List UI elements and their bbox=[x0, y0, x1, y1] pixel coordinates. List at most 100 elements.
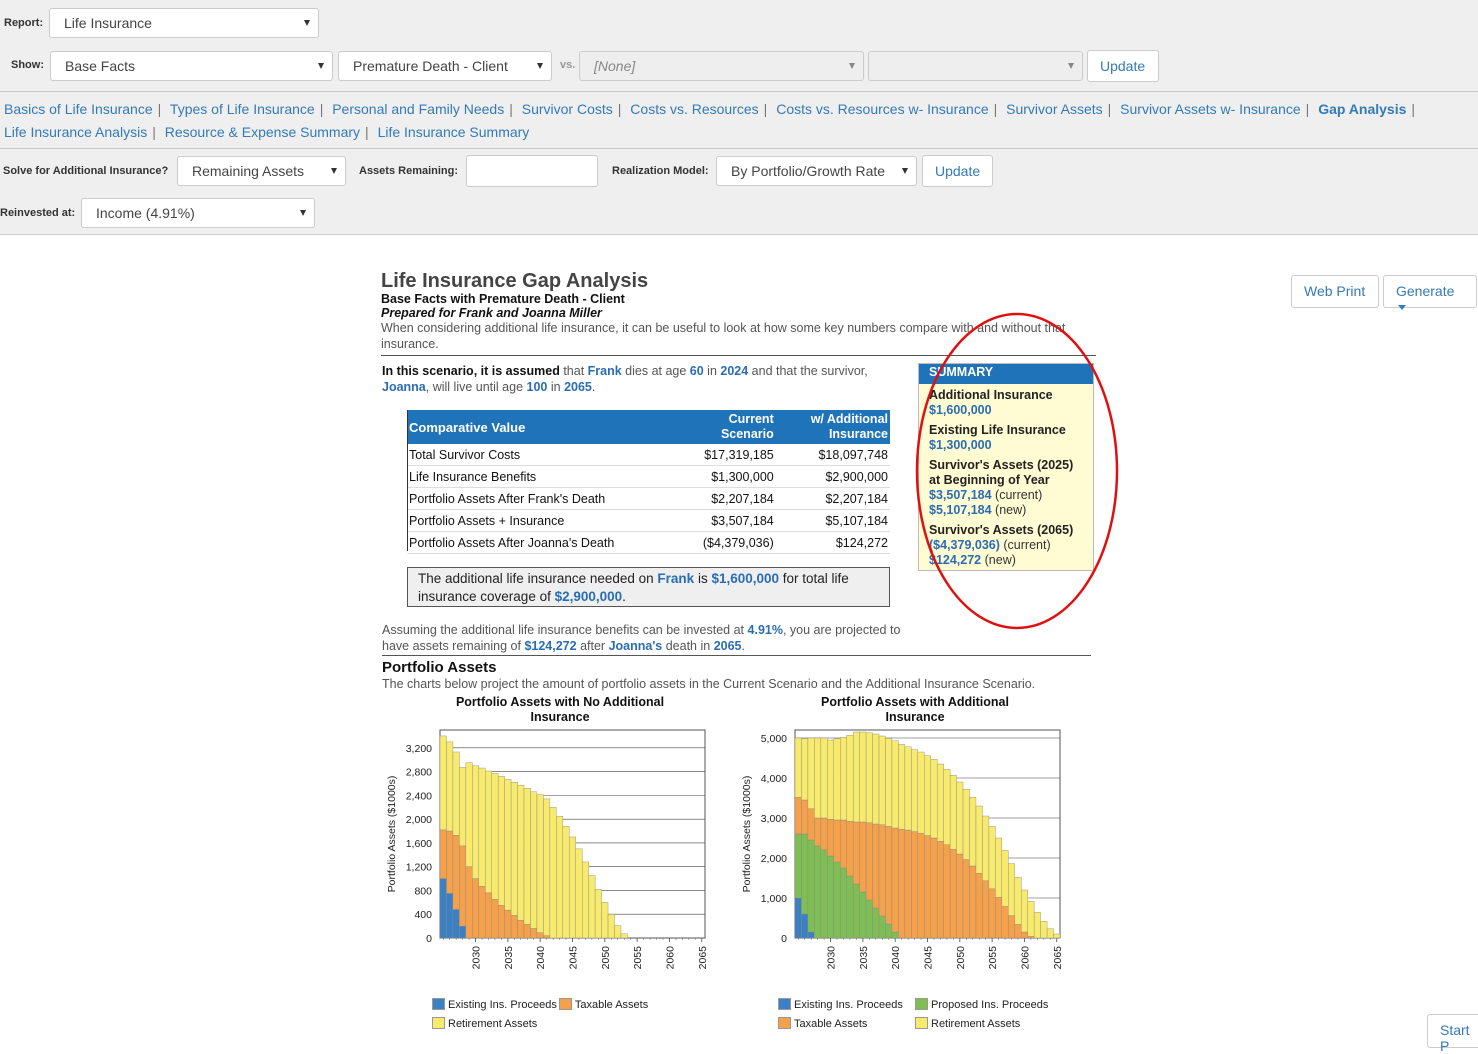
bar-segment bbox=[478, 886, 486, 939]
bar-segment bbox=[846, 875, 854, 939]
bar-segment bbox=[504, 779, 512, 911]
table-header: Comparative Value bbox=[407, 410, 682, 444]
realization-select[interactable]: By Portfolio/Growth Rate bbox=[716, 156, 917, 186]
bar-segment bbox=[459, 845, 467, 927]
bar-segment bbox=[794, 796, 802, 835]
solve-select[interactable]: Remaining Assets bbox=[177, 156, 346, 186]
scenario-lead: In this scenario, it is assumed bbox=[382, 364, 560, 378]
nav-life-insurance-analysis[interactable]: Life Insurance Analysis bbox=[4, 124, 147, 140]
table-row: Life Insurance Benefits $1,300,000 $2,900,… bbox=[407, 465, 890, 488]
bar-segment bbox=[911, 831, 919, 939]
nav-basics-of-life-insurance[interactable]: Basics of Life Insurance bbox=[4, 101, 153, 117]
bar-segment bbox=[814, 845, 822, 939]
legend-swatch bbox=[778, 998, 791, 1010]
table-cell: $2,207,184 bbox=[681, 487, 776, 510]
bar-segment bbox=[1021, 889, 1028, 933]
nav-survivor-costs[interactable]: Survivor Costs bbox=[522, 101, 613, 117]
legend-swatch bbox=[778, 1017, 791, 1029]
options-update-button[interactable]: Update bbox=[922, 155, 993, 187]
nav-personal-and-family-needs[interactable]: Personal and Family Needs bbox=[332, 101, 504, 117]
bar-segment bbox=[917, 751, 925, 834]
bar-segment bbox=[801, 738, 809, 801]
bar-segment bbox=[801, 833, 809, 915]
nav-costs-vs-resources[interactable]: Costs vs. Resources bbox=[630, 101, 758, 117]
bar-segment bbox=[491, 899, 499, 939]
x-tick-label: 2050 bbox=[955, 946, 967, 970]
bar-segment bbox=[543, 798, 551, 936]
nav-types-of-life-insurance[interactable]: Types of Life Insurance bbox=[170, 101, 315, 117]
report-select[interactable]: Life Insurance bbox=[49, 8, 319, 38]
scenario-select[interactable]: Premature Death - Client bbox=[338, 51, 552, 81]
nav-resource-expense-summary[interactable]: Resource & Expense Summary bbox=[165, 124, 360, 140]
nav-survivor-assets[interactable]: Survivor Assets bbox=[1006, 101, 1102, 117]
bar-segment bbox=[807, 931, 815, 939]
bar-segment bbox=[485, 892, 492, 939]
web-print-button[interactable]: Web Print bbox=[1291, 275, 1379, 308]
bar-segment bbox=[465, 866, 473, 939]
summary-start-new: $5,107,184 bbox=[929, 503, 992, 517]
bar-segment bbox=[536, 794, 544, 933]
bar-segment bbox=[827, 818, 834, 857]
survivor-name: Joanna bbox=[382, 380, 426, 394]
nav-survivor-assets-insurance[interactable]: Survivor Assets w- Insurance bbox=[1120, 101, 1301, 117]
report-nav: Basics of Life Insurance | Types of Life … bbox=[4, 101, 1416, 117]
bar-segment bbox=[562, 826, 570, 939]
report-title: Life Insurance Gap Analysis bbox=[381, 270, 649, 292]
legend-swatch bbox=[558, 998, 572, 1010]
x-tick-label: 2030 bbox=[471, 946, 483, 970]
chevron-down-icon bbox=[1068, 63, 1074, 69]
nav-costs-vs-resources-insurance[interactable]: Costs vs. Resources w- Insurance bbox=[776, 101, 988, 117]
table-row: Portfolio Assets After Frank's Death $2,2… bbox=[407, 487, 890, 510]
bar-segment bbox=[949, 848, 957, 939]
bar-segment bbox=[982, 880, 990, 939]
bar-segment bbox=[807, 839, 815, 933]
chart2-legend: Existing Ins. Proceeds Proposed Ins. Proc… bbox=[778, 998, 1048, 1030]
reinvested-select[interactable]: Income (4.91%) bbox=[81, 198, 315, 228]
bar-segment bbox=[446, 893, 454, 939]
summary-end-assets-label: Survivor's Assets (2065) bbox=[929, 523, 1074, 537]
update-button[interactable]: Update bbox=[1087, 50, 1159, 82]
bar-segment bbox=[982, 815, 990, 882]
bar-segment bbox=[988, 888, 996, 939]
legend-label: Taxable Assets bbox=[574, 999, 649, 1011]
table-cell: Portfolio Assets After Joanna's Death bbox=[407, 531, 682, 554]
table-cell: $17,319,185 bbox=[681, 444, 776, 466]
bar-segment bbox=[523, 924, 531, 939]
compare-select[interactable]: [None] bbox=[579, 51, 864, 81]
report-nav-row2: Life Insurance Analysis | Resource & Expe… bbox=[4, 124, 530, 140]
bar-segment bbox=[517, 785, 525, 921]
summary-exist-label: Existing Life Insurance bbox=[929, 423, 1066, 437]
bar-segment bbox=[1033, 912, 1041, 939]
y-tick-label: 800 bbox=[414, 885, 432, 897]
table-left-border bbox=[407, 410, 408, 551]
bar-segment bbox=[943, 844, 951, 939]
bar-segment bbox=[975, 872, 983, 939]
bar-segment bbox=[439, 878, 447, 939]
bar-segment bbox=[814, 737, 822, 819]
bar-segment bbox=[452, 751, 460, 836]
nav-life-insurance-summary[interactable]: Life Insurance Summary bbox=[378, 124, 530, 140]
bar-segment bbox=[530, 791, 538, 929]
bar-segment bbox=[859, 821, 867, 893]
summary-exist-value: $1,300,000 bbox=[929, 438, 992, 452]
y-tick-label: 0 bbox=[781, 933, 787, 945]
bar-segment bbox=[891, 827, 899, 933]
assuming-text: Assuming the additional life insurance b… bbox=[382, 623, 901, 653]
bar-segment bbox=[446, 741, 454, 832]
scenario-text: In this scenario, it is assumed that Fra… bbox=[382, 364, 868, 394]
table-row: Total Survivor Costs $17,319,185 $18,097,7… bbox=[407, 444, 890, 466]
assets-remaining-input[interactable] bbox=[466, 155, 598, 187]
chart-with-additional-insurance: 0 1,000 2,000 3,000 4,000 5,000 2030 2035 2040 20… bbox=[741, 729, 1064, 970]
bar-segment bbox=[924, 835, 931, 939]
compare-select-value: [None] bbox=[594, 58, 636, 74]
show-select[interactable]: Base Facts bbox=[50, 51, 333, 81]
start-button[interactable]: Start P bbox=[1427, 1014, 1478, 1054]
bar-segment bbox=[924, 755, 931, 836]
legend-label: Retirement Assets bbox=[931, 1018, 1021, 1030]
x-tick-label: 2060 bbox=[1019, 946, 1031, 970]
summary-start-assets-label: Survivor's Assets (2025) at Beginning of… bbox=[929, 458, 1074, 487]
compare-scenario-select[interactable] bbox=[868, 51, 1083, 81]
nav-gap-analysis[interactable]: Gap Analysis bbox=[1318, 101, 1406, 117]
generate-button[interactable]: Generate bbox=[1383, 275, 1477, 310]
legend-swatch bbox=[915, 998, 928, 1010]
